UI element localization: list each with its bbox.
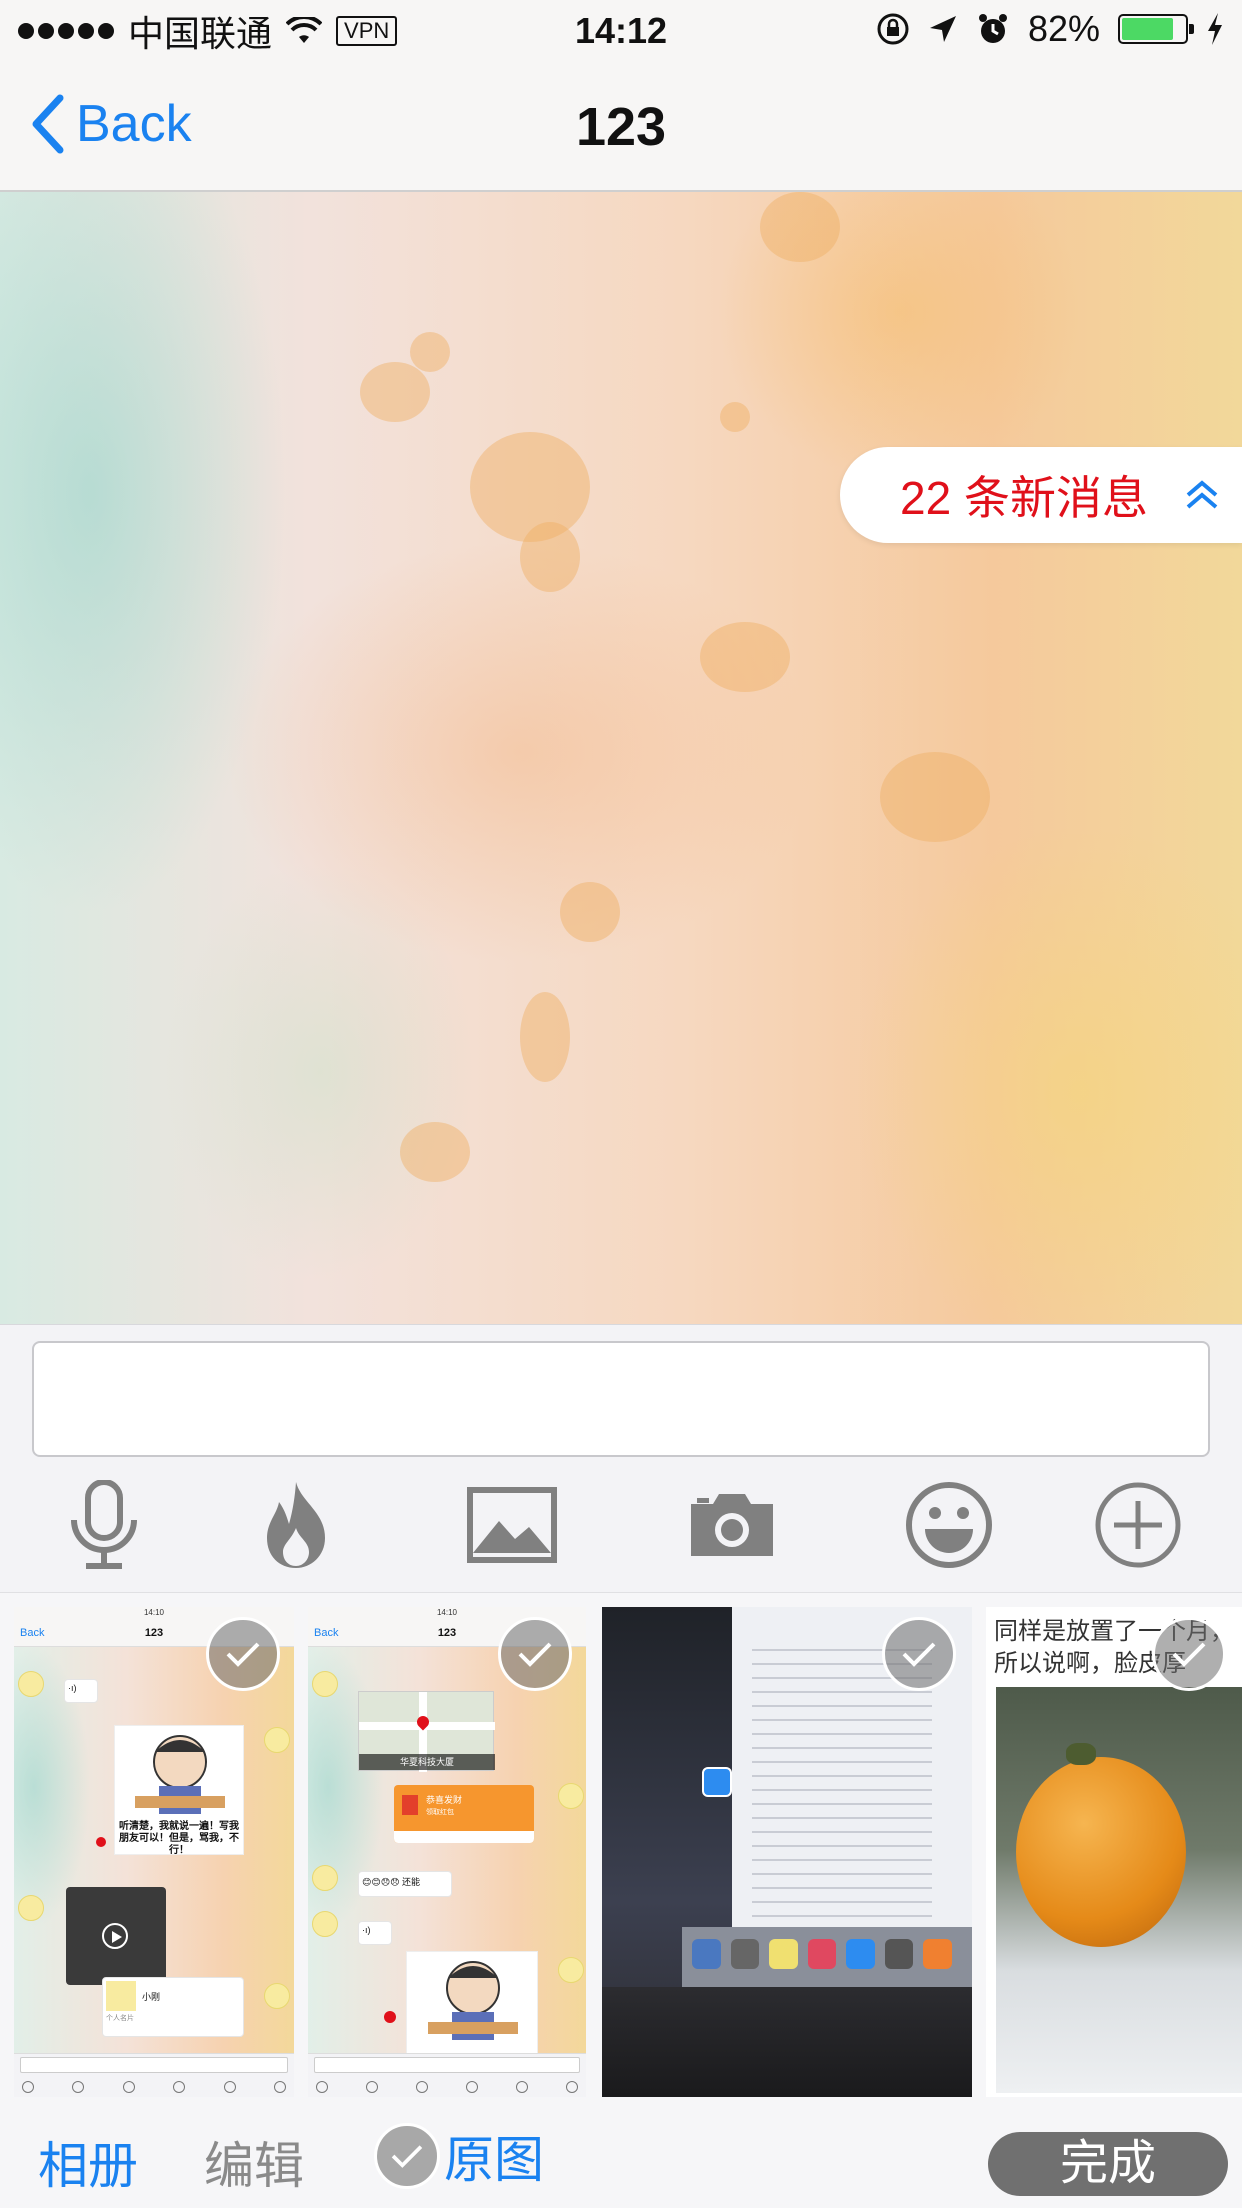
battery-percent: 82%: [1027, 8, 1100, 49]
navigation-bar: Back 123: [0, 62, 1242, 192]
contact-card-name: 小刚: [142, 1991, 161, 2002]
map-location-label: 华夏科技大厦: [359, 1754, 495, 1770]
original-image-toggle[interactable]: 原图: [374, 2120, 544, 2192]
more-button[interactable]: [1088, 1475, 1188, 1575]
chat-background[interactable]: 22 条新消息: [0, 192, 1242, 1324]
orientation-lock-icon: [877, 13, 909, 45]
microphone-icon: [71, 1480, 137, 1569]
photo-album-button[interactable]: [452, 1475, 572, 1575]
check-circle-icon: [374, 2123, 440, 2189]
image-icon: [467, 1487, 557, 1563]
plus-icon: [1095, 1482, 1181, 1568]
selected-check-icon[interactable]: [882, 1617, 956, 1691]
bottom-toolbar: 相册 编辑 原图 完成: [0, 2112, 1242, 2208]
emoji-message: 😊😊😞😞 还能: [358, 1871, 452, 1897]
contact-card-type: 个人名片: [106, 2015, 134, 2022]
album-button[interactable]: 相册: [38, 2126, 138, 2198]
microphone-button[interactable]: [54, 1475, 154, 1575]
red-packet-title: 恭喜发财: [426, 1795, 463, 1805]
back-button[interactable]: Back: [30, 94, 192, 154]
camera-icon: [691, 1494, 773, 1556]
photo-thumbnail[interactable]: [602, 1607, 972, 2097]
message-input[interactable]: [32, 1341, 1210, 1457]
photo-thumbnail[interactable]: 同样是放置了一个月， 所以说啊，脸皮厚: [986, 1607, 1242, 2097]
selected-check-icon[interactable]: [498, 1617, 572, 1691]
new-messages-label: 22 条新消息: [900, 472, 1148, 524]
meme-sticker-image: [135, 1735, 225, 1814]
red-packet-subtitle: 领取红包: [426, 1809, 454, 1816]
signal-strength-icon: [18, 23, 114, 39]
camera-button[interactable]: [672, 1475, 792, 1575]
charging-bolt-icon: [1208, 13, 1222, 45]
fire-icon: [267, 1482, 325, 1568]
alarm-icon: [978, 14, 1007, 43]
double-chevron-up-icon: [1186, 480, 1218, 509]
chevron-left-icon: [32, 94, 64, 154]
selected-check-icon[interactable]: [206, 1617, 280, 1691]
battery-icon: [1118, 14, 1194, 44]
input-panel: [0, 1324, 1242, 1592]
wifi-icon: [286, 17, 323, 43]
selected-check-icon[interactable]: [1152, 1617, 1226, 1691]
edit-button[interactable]: 编辑: [204, 2126, 304, 2198]
back-label: Back: [76, 95, 192, 153]
location-arrow-icon: [929, 16, 956, 42]
original-image-label: 原图: [444, 2132, 544, 2188]
emoji-button[interactable]: [894, 1475, 1004, 1575]
status-bar: 中国联通 VPN 14:12 82%: [0, 0, 1242, 62]
photo-thumbnail[interactable]: 14:10 Back 123 ·ı) 听清楚，我就说一遍！写我朋友可以！但是，骂…: [14, 1607, 294, 2097]
meme-caption: 听清楚，我就说一遍！写我朋友可以！但是，骂我，不行！: [119, 1821, 239, 1856]
photo-thumbnail[interactable]: 14:10 Back 123 华夏科技大厦 恭喜发财 领取红包 😊😊😞😞 还能: [308, 1607, 586, 2097]
burn-after-read-button[interactable]: [246, 1475, 346, 1575]
photo-picker-strip[interactable]: 14:10 Back 123 ·ı) 听清楚，我就说一遍！写我朋友可以！但是，骂…: [0, 1592, 1242, 2112]
carrier-label: 中国联通: [128, 13, 273, 54]
vpn-badge: VPN: [336, 16, 398, 46]
orange-image: [1016, 1757, 1186, 1947]
status-left: 中国联通 VPN: [18, 5, 398, 57]
new-messages-button[interactable]: 22 条新消息: [840, 447, 1242, 543]
done-button[interactable]: 完成: [988, 2132, 1228, 2196]
status-right: 82%: [876, 8, 1224, 50]
emoji-icon: [906, 1482, 992, 1568]
